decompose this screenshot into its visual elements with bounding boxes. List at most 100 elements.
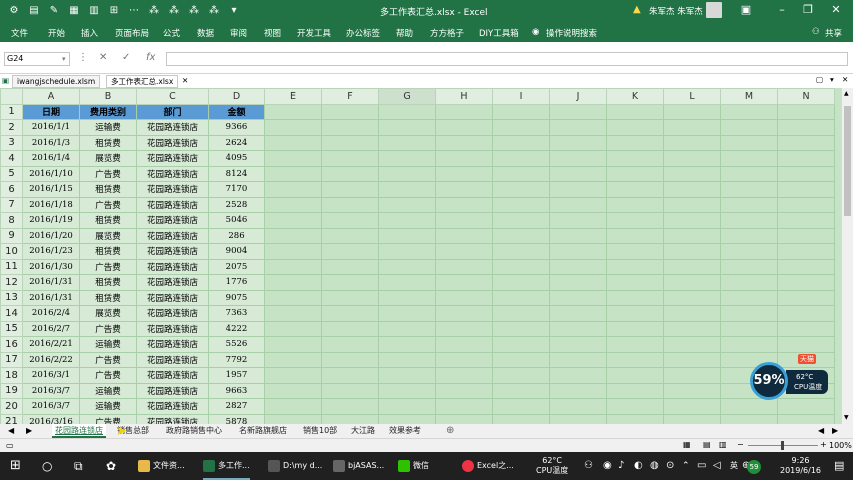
- cell[interactable]: [378, 258, 436, 275]
- cell[interactable]: [435, 305, 493, 322]
- column-header[interactable]: L: [663, 88, 721, 105]
- cell[interactable]: [492, 243, 550, 260]
- cell[interactable]: [606, 258, 664, 275]
- row-header[interactable]: 15: [0, 320, 23, 337]
- cell[interactable]: [264, 212, 322, 229]
- cell[interactable]: [549, 150, 607, 167]
- brush-icon[interactable]: ✎: [46, 3, 62, 19]
- cell[interactable]: [549, 289, 607, 306]
- cell[interactable]: [378, 134, 436, 151]
- cell[interactable]: [435, 150, 493, 167]
- cell[interactable]: [492, 227, 550, 244]
- cell[interactable]: [606, 181, 664, 198]
- cell[interactable]: 金额: [208, 103, 265, 120]
- sheet-tab[interactable]: 大江路: [348, 424, 378, 438]
- row-header[interactable]: 7: [0, 196, 23, 213]
- cell[interactable]: [492, 336, 550, 353]
- org-icon[interactable]: ⁂: [146, 3, 162, 19]
- cell[interactable]: [777, 212, 835, 229]
- cell[interactable]: [492, 320, 550, 337]
- cell[interactable]: 花园路连锁店: [136, 134, 209, 151]
- row-header[interactable]: 11: [0, 258, 23, 275]
- volume-icon[interactable]: ◁: [713, 452, 721, 480]
- cell[interactable]: [663, 305, 721, 322]
- cell[interactable]: 花园路连锁店: [136, 196, 209, 213]
- column-header[interactable]: G: [378, 88, 436, 105]
- cell[interactable]: [435, 398, 493, 415]
- column-header[interactable]: N: [777, 88, 835, 105]
- cell[interactable]: [378, 413, 436, 424]
- cell[interactable]: 广告费: [79, 367, 137, 384]
- cell[interactable]: [492, 274, 550, 291]
- taskbar-app-folder[interactable]: D:\my d...: [268, 452, 322, 480]
- cell[interactable]: [264, 320, 322, 337]
- cell[interactable]: 1957: [208, 367, 265, 384]
- cell[interactable]: [492, 212, 550, 229]
- zoom-thumb[interactable]: [781, 441, 784, 450]
- cell[interactable]: [378, 274, 436, 291]
- taskbar-app-bj[interactable]: bjASAS...: [333, 452, 384, 480]
- tray-icon[interactable]: ⊙: [666, 452, 674, 480]
- cell[interactable]: [378, 150, 436, 167]
- cell[interactable]: [492, 150, 550, 167]
- org-icon[interactable]: ⁂: [166, 3, 182, 19]
- tab-close-all-icon[interactable]: ✕: [842, 75, 848, 84]
- cell[interactable]: [435, 320, 493, 337]
- cell[interactable]: [720, 336, 778, 353]
- insert-function-icon[interactable]: fx: [146, 52, 155, 63]
- cell[interactable]: [492, 134, 550, 151]
- cell[interactable]: 展览费: [79, 227, 137, 244]
- cell[interactable]: [378, 119, 436, 136]
- column-header[interactable]: I: [492, 88, 550, 105]
- cell[interactable]: 费用类别: [79, 103, 137, 120]
- cell[interactable]: 花园路连锁店: [136, 336, 209, 353]
- cell[interactable]: 租赁费: [79, 274, 137, 291]
- avatar[interactable]: [706, 2, 722, 18]
- ime-indicator[interactable]: 英: [730, 452, 738, 480]
- cell[interactable]: [435, 243, 493, 260]
- cell[interactable]: [492, 367, 550, 384]
- cell[interactable]: [435, 165, 493, 182]
- cell[interactable]: [378, 212, 436, 229]
- cell[interactable]: [378, 382, 436, 399]
- cell[interactable]: 2075: [208, 258, 265, 275]
- prev-sheet-icon[interactable]: ◀: [8, 426, 14, 435]
- grid-icon[interactable]: ⊞: [106, 3, 122, 19]
- cell[interactable]: [663, 367, 721, 384]
- cell[interactable]: [777, 274, 835, 291]
- cell[interactable]: [777, 289, 835, 306]
- cell[interactable]: [321, 150, 379, 167]
- cell[interactable]: [606, 336, 664, 353]
- row-header[interactable]: 6: [0, 181, 23, 198]
- cell[interactable]: 4222: [208, 320, 265, 337]
- cancel-icon[interactable]: ✕: [99, 52, 107, 63]
- cell[interactable]: 花园路连锁店: [136, 258, 209, 275]
- cell[interactable]: [606, 305, 664, 322]
- cell[interactable]: [264, 196, 322, 213]
- row-header[interactable]: 13: [0, 289, 23, 306]
- next-sheet-icon[interactable]: ▶: [26, 426, 32, 435]
- cell[interactable]: [492, 196, 550, 213]
- cell[interactable]: 2016/1/18: [22, 196, 80, 213]
- cell[interactable]: 展览费: [79, 150, 137, 167]
- cell[interactable]: [549, 243, 607, 260]
- cell[interactable]: 花园路连锁店: [136, 305, 209, 322]
- cell[interactable]: [264, 367, 322, 384]
- cell[interactable]: [321, 227, 379, 244]
- org-icon[interactable]: ⁂: [186, 3, 202, 19]
- cell[interactable]: 租赁费: [79, 181, 137, 198]
- cell[interactable]: [492, 103, 550, 120]
- sheet-tab[interactable]: 政府路销售中心: [163, 424, 225, 438]
- doc-tab-schedule[interactable]: iwangjschedule.xlsm: [12, 75, 101, 88]
- cell[interactable]: [435, 196, 493, 213]
- worksheet-grid[interactable]: ABCDEFGHIJKLMN 1 日期 费用类别 部门 金额 2 2016/1/1 运输费 花园…: [0, 88, 853, 424]
- cell[interactable]: [663, 181, 721, 198]
- cell[interactable]: 5046: [208, 212, 265, 229]
- cell[interactable]: 4095: [208, 150, 265, 167]
- cell[interactable]: [663, 382, 721, 399]
- cell[interactable]: [663, 289, 721, 306]
- cell[interactable]: 花园路连锁店: [136, 413, 209, 424]
- cell[interactable]: 2016/1/4: [22, 150, 80, 167]
- cell[interactable]: [606, 119, 664, 136]
- cell[interactable]: [777, 134, 835, 151]
